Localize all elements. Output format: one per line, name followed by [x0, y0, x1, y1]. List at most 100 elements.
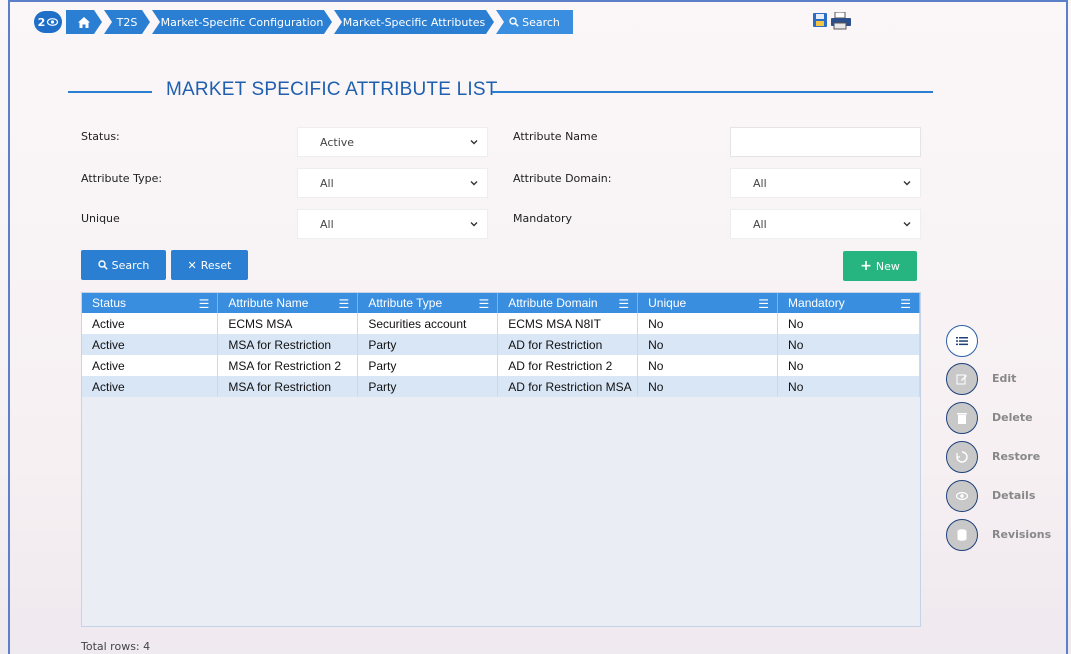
revisions-label: Revisions [992, 528, 1052, 541]
restore-button[interactable] [946, 441, 978, 473]
table-cell: Active [82, 376, 219, 397]
column-header-attribute-type[interactable]: Attribute Type ☰ [357, 293, 499, 313]
revisions-button[interactable] [946, 519, 978, 551]
window-border-right [1066, 0, 1068, 654]
table-cell: AD for Restriction 2 [497, 355, 639, 376]
status-label: Status: [81, 130, 120, 143]
chevron-down-icon [470, 222, 478, 227]
save-icon[interactable] [812, 12, 828, 28]
attribute-name-label: Attribute Name [513, 130, 598, 143]
mandatory-label: Mandatory [513, 212, 573, 225]
crumb-t2s[interactable]: T2S [104, 10, 150, 34]
attribute-name-input[interactable] [730, 127, 921, 157]
title-rule-right [492, 91, 933, 93]
eye-icon [47, 18, 59, 26]
attribute-type-select[interactable]: All [297, 168, 488, 198]
attribute-domain-value: All [753, 176, 767, 190]
table-cell: No [777, 355, 920, 376]
table-row[interactable]: Active MSA for Restriction Party AD for … [82, 334, 920, 355]
new-button-label: New [875, 259, 900, 273]
new-button[interactable]: + New [843, 251, 917, 281]
attribute-domain-select[interactable]: All [730, 168, 921, 198]
crumb-market-specific-attributes[interactable]: Market-Specific Attributes [334, 10, 494, 34]
column-header-status[interactable]: Status ☰ [82, 293, 219, 313]
home-crumb[interactable] [66, 10, 102, 34]
table-cell: No [637, 313, 779, 334]
column-menu-icon[interactable]: ☰ [900, 297, 911, 311]
mandatory-select[interactable]: All [730, 209, 921, 239]
status-select[interactable]: Active [297, 127, 488, 157]
column-header-label: Status [92, 296, 127, 310]
crumb-attributes-label: Market-Specific Attributes [342, 15, 486, 29]
column-header-label: Attribute Type [368, 296, 443, 310]
total-rows-count: Total rows: 4 [81, 640, 151, 653]
reset-button[interactable]: ✕ Reset [171, 250, 248, 280]
search-icon [509, 17, 519, 27]
close-icon: ✕ [187, 258, 197, 272]
crumb-search-label: Search [522, 15, 560, 29]
column-menu-icon[interactable]: ☰ [339, 297, 350, 311]
table-row[interactable]: Active ECMS MSA Securities account ECMS … [82, 313, 920, 334]
attribute-domain-label: Attribute Domain: [513, 172, 612, 185]
mandatory-value: All [753, 217, 767, 231]
search-button[interactable]: Search [81, 250, 166, 280]
column-header-attribute-name[interactable]: Attribute Name ☰ [217, 293, 359, 313]
crumb-market-specific-configuration[interactable]: Market-Specific Configuration [152, 10, 332, 34]
title-rule-left [68, 91, 152, 93]
trash-icon [957, 413, 967, 424]
delete-button[interactable] [946, 402, 978, 434]
table-cell: No [637, 334, 779, 355]
table-cell: No [637, 376, 779, 397]
attribute-type-value: All [320, 176, 334, 190]
eye-icon [956, 492, 968, 500]
unique-label: Unique [81, 212, 120, 225]
details-label: Details [992, 489, 1036, 502]
open-windows-counter[interactable]: 2 [34, 11, 62, 33]
unique-select[interactable]: All [297, 209, 488, 239]
reset-button-label: Reset [200, 258, 232, 272]
chevron-down-icon [903, 222, 911, 227]
table-row[interactable]: Active MSA for Restriction 2 Party AD fo… [82, 355, 920, 376]
details-button[interactable] [946, 480, 978, 512]
edit-label: Edit [992, 372, 1017, 385]
column-header-label: Mandatory [788, 296, 845, 310]
delete-label: Delete [992, 411, 1033, 424]
column-header-label: Unique [648, 296, 687, 310]
edit-button[interactable] [946, 363, 978, 395]
window-border-top [8, 0, 1068, 2]
search-icon [97, 260, 108, 270]
table-cell: No [777, 334, 920, 355]
column-header-mandatory[interactable]: Mandatory ☰ [777, 293, 920, 313]
column-menu-icon[interactable]: ☰ [618, 297, 629, 311]
column-header-label: Attribute Domain [508, 296, 598, 310]
column-menu-icon[interactable]: ☰ [478, 297, 489, 311]
column-header-label: Attribute Name [228, 296, 309, 310]
print-icon[interactable] [830, 12, 852, 30]
database-icon [957, 529, 967, 541]
table-cell: MSA for Restriction [217, 334, 359, 355]
column-header-attribute-domain[interactable]: Attribute Domain ☰ [497, 293, 639, 313]
results-grid: Status ☰ Attribute Name ☰ Attribute Type ☰ … [82, 293, 920, 397]
table-cell: ECMS MSA [217, 313, 359, 334]
column-chooser-button[interactable] [946, 325, 978, 357]
chevron-down-icon [470, 140, 478, 145]
crumb-t2s-label: T2S [116, 15, 138, 29]
column-menu-icon[interactable]: ☰ [199, 297, 210, 311]
crumb-search[interactable]: Search [496, 10, 573, 34]
chevron-down-icon [470, 181, 478, 186]
table-row[interactable]: Active MSA for Restriction Party AD for … [82, 376, 920, 397]
table-cell: Party [357, 355, 499, 376]
chevron-down-icon [903, 181, 911, 186]
table-cell: Party [357, 334, 499, 355]
table-cell: MSA for Restriction [217, 376, 359, 397]
table-cell: Party [357, 376, 499, 397]
crumb-config-label: Market-Specific Configuration [160, 15, 324, 29]
home-icon [78, 17, 90, 28]
column-menu-icon[interactable]: ☰ [758, 297, 769, 311]
table-cell: No [777, 313, 920, 334]
results-table: Status ☰ Attribute Name ☰ Attribute Type ☰ … [81, 292, 921, 627]
page-title: MARKET SPECIFIC ATTRIBUTE LIST [166, 79, 498, 100]
table-cell: Securities account [357, 313, 499, 334]
column-header-unique[interactable]: Unique ☰ [637, 293, 779, 313]
restore-label: Restore [992, 450, 1041, 463]
